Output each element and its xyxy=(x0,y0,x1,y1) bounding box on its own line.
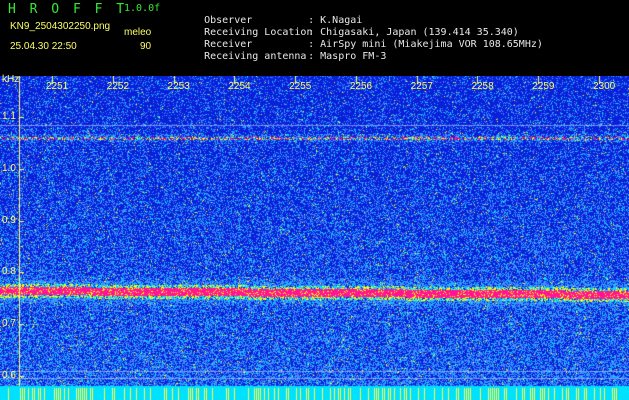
y-tick-label: 0.8 xyxy=(2,266,16,278)
x-tick-label: 2254 xyxy=(228,81,251,92)
info-value: : Maspro FM-3 xyxy=(308,51,387,62)
x-tick-label: 2259 xyxy=(532,81,555,92)
y-tick-label: 0.6 xyxy=(2,369,16,381)
x-tick-label: 2300 xyxy=(593,81,616,92)
info-key: Receiving antenna xyxy=(204,51,307,62)
date-time: 25.04.30 22:50 xyxy=(10,41,77,52)
x-tick-label: 2253 xyxy=(167,81,190,92)
x-tick-label: 2251 xyxy=(46,81,69,92)
file-name: KN9_2504302250.png xyxy=(10,21,111,32)
y-tick-label: 0.9 xyxy=(2,214,16,226)
station-count: 90 xyxy=(140,41,152,52)
x-tick-label: 2252 xyxy=(106,81,130,92)
app-title: H R O F F T xyxy=(8,2,128,17)
y-axis-unit: kHz xyxy=(2,74,20,85)
spectrogram-canvas xyxy=(0,76,629,400)
x-tick-label: 2258 xyxy=(471,81,494,92)
x-tick-label: 2255 xyxy=(289,81,312,92)
y-tick-label: 0.7 xyxy=(2,318,16,329)
version-label: 1.0.0f xyxy=(124,3,161,14)
info-row-antenna: Receiving antenna: Maspro FM-3 xyxy=(180,40,386,73)
x-tick-label: 2257 xyxy=(410,81,433,92)
header-panel: H R O F F T 1.0.0f KN9_2504302250.png me… xyxy=(0,0,629,76)
y-tick-label: 1.1 xyxy=(2,111,16,123)
x-tick-label: 2256 xyxy=(349,81,373,92)
y-tick-label: 1.0 xyxy=(2,163,16,174)
station-label: meleo xyxy=(124,27,152,38)
